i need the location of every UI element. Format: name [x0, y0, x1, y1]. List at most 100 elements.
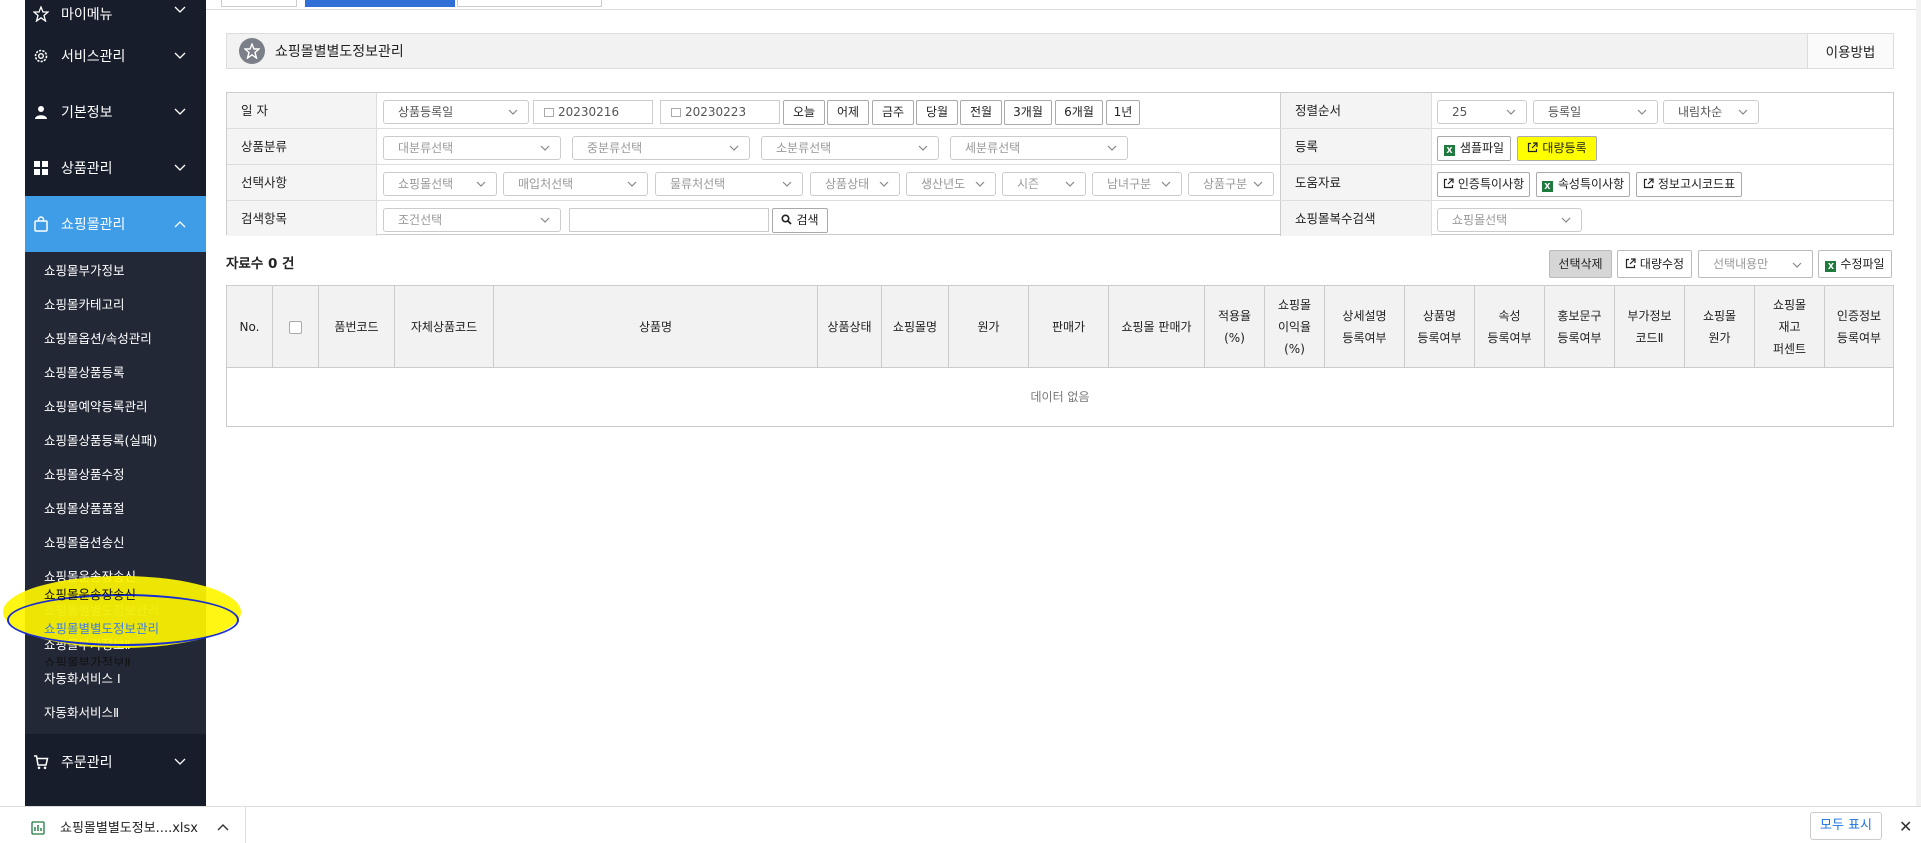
category-detail-select[interactable]: 세분류선택 — [950, 136, 1128, 160]
sidebar-item-label: 기본정보 — [61, 105, 113, 121]
sidebar-item-my-menu[interactable]: 마이메뉴 — [25, 0, 206, 28]
category-large-select[interactable]: 대분류선택 — [383, 136, 561, 160]
season-select[interactable]: 시즌 — [1002, 172, 1086, 196]
sort-order-select[interactable]: 내림차순 — [1663, 100, 1759, 124]
edit-file-button[interactable]: X 수정파일 — [1818, 250, 1892, 278]
column-header: 자체상품코드 — [395, 286, 494, 368]
submenu-item[interactable]: 쇼핑몰상품수정 — [25, 458, 206, 492]
quick-date-this-week[interactable]: 금주 — [872, 100, 914, 125]
external-link-icon — [1625, 258, 1636, 269]
quick-date-yesterday[interactable]: 어제 — [827, 100, 869, 125]
sidebar-item-service[interactable]: 서비스관리 — [25, 28, 206, 84]
submenu-item[interactable]: 자동화서비스Ⅱ — [25, 696, 206, 730]
submenu-item[interactable]: 쇼핑몰상품품절 — [25, 492, 206, 526]
show-all-downloads-button[interactable]: 모두 표시 — [1810, 812, 1882, 840]
select-all-checkbox[interactable] — [289, 320, 302, 334]
start-date-input[interactable]: 20230216 — [533, 100, 653, 124]
category-small-select[interactable]: 소분류선택 — [761, 136, 939, 160]
bag-icon — [31, 214, 51, 234]
button-label: 수정파일 — [1840, 257, 1885, 271]
bulk-edit-button[interactable]: 대량수정 — [1617, 250, 1692, 278]
submenu-item[interactable]: 쇼핑몰상품등록 — [25, 356, 206, 390]
gear-icon — [31, 46, 51, 66]
submenu-item[interactable]: 쇼핑몰옵션송신 — [25, 526, 206, 560]
column-header: 적용율 (%) — [1205, 286, 1265, 368]
select-only-dropdown[interactable]: 선택내용만 — [1698, 250, 1813, 278]
product-type-select[interactable]: 상품구분 — [1188, 172, 1274, 196]
chevron-down-icon — [627, 181, 637, 187]
excel-icon: X — [1443, 145, 1455, 156]
download-item[interactable]: 쇼핑몰별별도정보....xlsx — [0, 807, 246, 843]
star-icon[interactable] — [239, 38, 265, 64]
sidebar-item-product[interactable]: 상품관리 — [25, 140, 206, 196]
search-input[interactable] — [569, 208, 769, 232]
gender-select[interactable]: 남녀구분 — [1092, 172, 1182, 196]
category-medium-select[interactable]: 중분류선택 — [572, 136, 750, 160]
attr-notes-button[interactable]: X 속성특이사항 — [1536, 172, 1630, 197]
sidebar-item-order[interactable]: 주문관리 — [25, 734, 206, 790]
chevron-up-icon[interactable] — [217, 823, 229, 831]
external-link-icon — [1443, 178, 1454, 189]
chevron-down-icon — [975, 181, 985, 187]
search-condition-select[interactable]: 조건선택 — [383, 208, 561, 232]
calendar-icon — [671, 108, 681, 117]
sidebar-item-basic-info[interactable]: 기본정보 — [25, 84, 206, 140]
submenu-item[interactable]: 쇼핑몰상품등록(실패) — [25, 424, 206, 458]
select-placeholder: 시즌 — [1017, 177, 1040, 191]
submenu-item-active-highlighted[interactable]: 쇼핑몰별별도정보관리 — [44, 612, 214, 646]
date-type-select[interactable]: 상품등록일 — [383, 100, 529, 124]
quick-date-today[interactable]: 오늘 — [783, 100, 825, 125]
supplier-select[interactable]: 매입처선택 — [503, 172, 648, 196]
help-button[interactable]: 이용방법 — [1807, 34, 1893, 68]
top-tab[interactable] — [221, 0, 297, 7]
sample-file-button[interactable]: X 샘플파일 — [1437, 136, 1511, 161]
select-placeholder: 대분류선택 — [398, 141, 454, 155]
info-code-table-button[interactable]: 정보고시코드표 — [1636, 172, 1742, 197]
quick-date-last-month[interactable]: 전월 — [960, 100, 1002, 125]
top-tab[interactable] — [457, 0, 602, 7]
search-button[interactable]: 검색 — [772, 208, 828, 233]
sidebar-item-label: 마이메뉴 — [61, 7, 113, 23]
page-size-select[interactable]: 25 — [1437, 100, 1527, 124]
production-year-select[interactable]: 생산년도 — [906, 172, 996, 196]
product-status-select[interactable]: 상품상태 — [810, 172, 900, 196]
quick-date-6months[interactable]: 6개월 — [1055, 100, 1103, 125]
scrollbar-track[interactable] — [1916, 0, 1921, 806]
submenu-item[interactable]: 쇼핑몰예약등록관리 — [25, 390, 206, 424]
delete-selected-button[interactable]: 선택삭제 — [1549, 250, 1612, 278]
column-header: 상품상태 — [818, 286, 882, 368]
chevron-down-icon — [540, 145, 550, 151]
mall-select[interactable]: 쇼핑몰선택 — [383, 172, 497, 196]
quick-date-1year[interactable]: 1년 — [1106, 100, 1140, 125]
bulk-register-button[interactable]: 대량등록 — [1517, 136, 1597, 161]
filter-label: 상품분류 — [227, 129, 377, 164]
select-placeholder: 조건선택 — [398, 213, 443, 227]
submenu-item[interactable]: 쇼핑몰부가정보 — [25, 254, 206, 288]
column-header-checkbox[interactable] — [273, 286, 319, 368]
spreadsheet-icon — [31, 821, 45, 835]
mall-multi-select[interactable]: 쇼핑몰선택 — [1437, 208, 1582, 232]
submenu-item[interactable]: 쇼핑몰옵션/속성관리 — [25, 322, 206, 356]
submenu-item[interactable]: 자동화서비스 Ⅰ — [25, 662, 206, 696]
cert-notes-button[interactable]: 인증특이사항 — [1437, 172, 1530, 197]
sort-field-select[interactable]: 등록일 — [1533, 100, 1658, 124]
top-tab-active[interactable] — [305, 0, 455, 7]
submenu-item-highlighted[interactable]: 쇼핑몰부가정보Ⅱ — [44, 646, 214, 666]
end-date-input[interactable]: 20230223 — [660, 100, 780, 124]
select-value: 상품등록일 — [398, 105, 454, 119]
quick-date-this-month[interactable]: 당월 — [916, 100, 958, 125]
sidebar-item-shoppingmall[interactable]: 쇼핑몰관리 — [25, 196, 206, 252]
submenu-item-highlighted[interactable]: 쇼핑몰운송장송신 — [44, 578, 214, 612]
logistics-select[interactable]: 물류처선택 — [655, 172, 803, 196]
select-placeholder: 매입처선택 — [518, 177, 574, 191]
submenu-item[interactable]: 쇼핑몰카테고리 — [25, 288, 206, 322]
quick-date-3months[interactable]: 3개월 — [1004, 100, 1052, 125]
excel-icon: X — [1825, 261, 1837, 272]
select-placeholder: 남녀구분 — [1107, 177, 1152, 191]
close-icon[interactable]: ✕ — [1899, 817, 1912, 836]
date-value: 20230223 — [685, 105, 747, 119]
chevron-down-icon — [174, 758, 186, 765]
select-value: 선택내용만 — [1713, 257, 1769, 271]
chevron-down-icon — [1161, 181, 1171, 187]
column-header: 쇼핑몰명 — [882, 286, 949, 368]
